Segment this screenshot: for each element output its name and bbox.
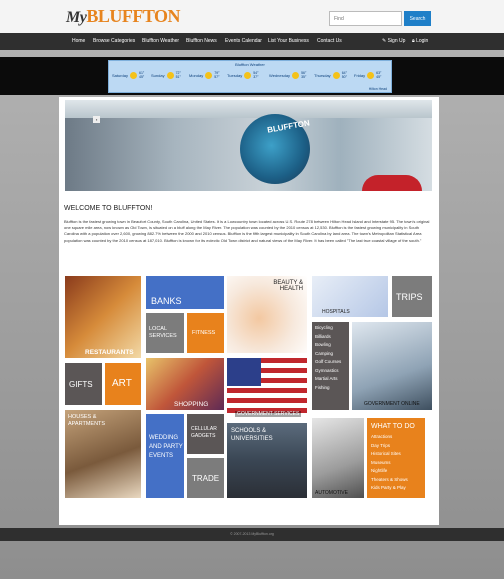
- weather-day: Friday 63° 45°: [354, 71, 382, 79]
- list-item[interactable]: Historical Sites: [371, 450, 408, 459]
- tile-schools-universities[interactable]: SCHOOLS & UNIVERSITIES: [227, 423, 307, 498]
- tile-gifts[interactable]: GIFTS: [65, 363, 102, 405]
- nav-browse-categories[interactable]: Browse Categories: [93, 38, 135, 44]
- nav-home[interactable]: Home: [72, 38, 85, 44]
- lock-icon: 🔒︎: [412, 38, 415, 44]
- nav-events-calendar[interactable]: Events Calendar: [225, 38, 262, 44]
- sun-icon: [332, 71, 340, 79]
- weather-day: Thursday 64° 50°: [314, 71, 347, 79]
- hero-umbrella: [362, 175, 422, 191]
- list-item[interactable]: Golf Courses: [315, 358, 341, 367]
- hero-roof: [65, 100, 432, 118]
- nav-bluffton-weather[interactable]: Bluffton Weather: [142, 38, 179, 44]
- tile-what-to-do: WHAT TO DO Attractions Day Trips Histori…: [367, 418, 425, 498]
- tile-government-services[interactable]: GOVERNMENT SERVICES: [227, 358, 307, 418]
- logo-my: My: [66, 9, 87, 26]
- weather-day: Monday 79° 57°: [189, 71, 220, 79]
- list-item[interactable]: Day Trips: [371, 442, 408, 451]
- sun-icon: [130, 71, 138, 79]
- tile-banks[interactable]: BANKS: [146, 276, 224, 309]
- nav-contact-us[interactable]: Contact Us: [317, 38, 342, 44]
- weather-location: Hilton Head: [368, 87, 387, 91]
- list-item[interactable]: Fishing: [315, 384, 341, 393]
- search-button[interactable]: Search: [404, 11, 431, 26]
- list-item[interactable]: Museums: [371, 459, 408, 468]
- weather-day: Sunday 72° 51°: [151, 71, 181, 79]
- list-item[interactable]: Theaters & Shows: [371, 476, 408, 485]
- weather-widget[interactable]: Bluffton Weather Saturday 61° 45° Sunday 72…: [108, 60, 392, 93]
- site-header: MyBLUFFTON Search: [0, 0, 504, 33]
- tile-restaurants[interactable]: RESTAURANTS: [65, 276, 141, 358]
- list-item[interactable]: Bowling: [315, 341, 341, 350]
- nav-bluffton-news[interactable]: Bluffton News: [186, 38, 217, 44]
- nav-login[interactable]: 🔒︎ Login: [412, 38, 428, 44]
- list-item[interactable]: Martial Arts: [315, 375, 341, 384]
- tile-houses-apartments[interactable]: HOUSES & APARTMENTS: [65, 410, 141, 498]
- tile-shopping[interactable]: SHOPPING: [146, 358, 224, 410]
- sun-icon: [367, 71, 375, 79]
- tile-recreation-list: Bicycling Billiards Bowling Camping Golf…: [312, 322, 349, 410]
- list-item[interactable]: Nightlife: [371, 467, 408, 476]
- site-logo[interactable]: MyBLUFFTON: [66, 6, 181, 27]
- site-footer: © 2007-2013 MyBluffton.org: [0, 528, 504, 541]
- login-label: Login: [416, 38, 429, 44]
- welcome-text: Bluffton is the fastest growing town in …: [64, 219, 430, 243]
- nav-sign-up[interactable]: ✎ Sign Up: [382, 38, 405, 44]
- hero-image: ▪ BLUFFTON: [65, 100, 432, 191]
- sun-icon: [292, 71, 300, 79]
- welcome-title: WELCOME TO BLUFFTON!: [64, 205, 153, 212]
- list-item[interactable]: Kids Party & Play: [371, 484, 408, 493]
- recreation-list: Bicycling Billiards Bowling Camping Golf…: [315, 324, 341, 392]
- sun-icon: [166, 71, 174, 79]
- weather-day: Wednesday 56° 35°: [269, 71, 307, 79]
- tile-trips[interactable]: TRIPS: [392, 276, 432, 317]
- logo-main: BLUFFTON: [86, 6, 181, 26]
- list-item[interactable]: Gymnastics: [315, 367, 341, 376]
- weather-day: Tuesday 54° 37°: [227, 71, 259, 79]
- sun-icon: [244, 71, 252, 79]
- tile-fitness[interactable]: FITNESS: [187, 313, 224, 353]
- weather-title: Bluffton Weather: [235, 62, 265, 67]
- what-to-do-title: WHAT TO DO: [371, 423, 415, 430]
- tile-cellular-gadgets[interactable]: CELLULAR GADGETS: [187, 414, 224, 454]
- signup-label: Sign Up: [387, 38, 406, 44]
- tile-wedding-party[interactable]: WEDDING AND PARTY EVENTS: [146, 414, 184, 498]
- list-item[interactable]: Camping: [315, 350, 341, 359]
- tile-automotive[interactable]: AUTOMOTIVE: [312, 418, 364, 498]
- list-item[interactable]: Bicycling: [315, 324, 341, 333]
- nav-list-business[interactable]: List Your Business: [268, 38, 309, 44]
- list-item[interactable]: Billiards: [315, 333, 341, 342]
- copyright: © 2007-2013 MyBluffton.org: [230, 532, 274, 536]
- tile-beauty-health[interactable]: BEAUTY & HEALTH: [227, 276, 307, 353]
- pencil-icon: ✎: [382, 38, 387, 44]
- search-input[interactable]: [329, 11, 402, 26]
- what-to-do-list: Attractions Day Trips Historical Sites M…: [371, 433, 408, 493]
- weather-day: Saturday 61° 45°: [112, 71, 145, 79]
- hero-sign: ▪: [93, 116, 101, 123]
- tile-trade[interactable]: TRADE: [187, 458, 224, 498]
- tile-local-services[interactable]: LOCAL SERVICES: [146, 313, 184, 353]
- list-item[interactable]: Attractions: [371, 433, 408, 442]
- tile-art[interactable]: ART: [105, 363, 141, 405]
- sun-icon: [205, 71, 213, 79]
- tile-government-online[interactable]: GOVERNMENT ONLINE: [352, 322, 432, 410]
- main-nav: Home Browse Categories Bluffton Weather …: [0, 33, 504, 50]
- tile-hospitals[interactable]: HOSPITALS: [312, 276, 388, 317]
- flag-canton: [227, 358, 261, 386]
